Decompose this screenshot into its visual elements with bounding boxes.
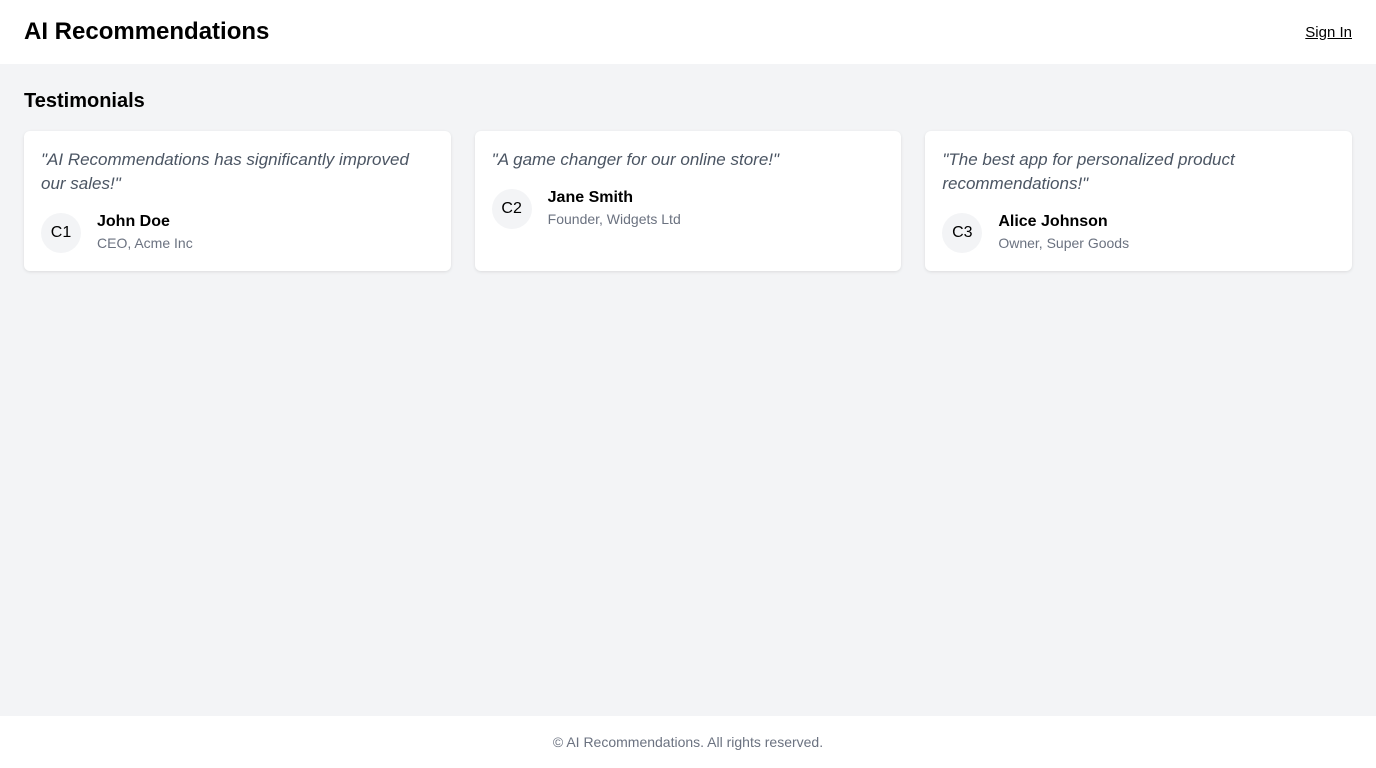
section-title: Testimonials [24, 90, 145, 112]
testimonial-card: "AI Recommendations has significantly im… [24, 131, 451, 271]
author-name: John Doe [97, 213, 170, 230]
testimonial-quote: "The best app for personalized product r… [942, 150, 1235, 193]
testimonial-author: C2 Jane Smith Founder, Widgets Ltd [491, 188, 885, 230]
site-title: AI Recommendations [24, 18, 270, 45]
site-header: AI Recommendations Sign In [0, 0, 1376, 64]
author-name: Alice Johnson [998, 213, 1108, 230]
testimonial-quote: "A game changer for our online store!" [491, 150, 780, 169]
author-role: Owner, Super Goods [998, 235, 1130, 251]
avatar: C2 [491, 189, 532, 229]
sign-in-link[interactable]: Sign In [1305, 24, 1352, 41]
author-role: CEO, Acme Inc [97, 235, 193, 251]
author-name: Jane Smith [547, 189, 634, 206]
avatar: C3 [942, 213, 983, 253]
testimonials-grid: "AI Recommendations has significantly im… [24, 131, 1352, 271]
testimonial-author: C3 Alice Johnson Owner, Super Goods [942, 212, 1335, 254]
author-role: Founder, Widgets Ltd [547, 211, 681, 227]
copyright-text: © AI Recommendations. All rights reserve… [552, 734, 824, 750]
testimonial-quote: "AI Recommendations has significantly im… [41, 150, 409, 193]
testimonial-card: "A game changer for our online store!" C… [474, 131, 902, 271]
testimonial-author: C1 John Doe CEO, Acme Inc [41, 212, 434, 254]
site-footer: © AI Recommendations. All rights reserve… [0, 716, 1376, 768]
main-content: Testimonials "AI Recommendations has sig… [0, 64, 1376, 297]
testimonial-card: "The best app for personalized product r… [925, 131, 1352, 271]
avatar: C1 [41, 213, 81, 253]
